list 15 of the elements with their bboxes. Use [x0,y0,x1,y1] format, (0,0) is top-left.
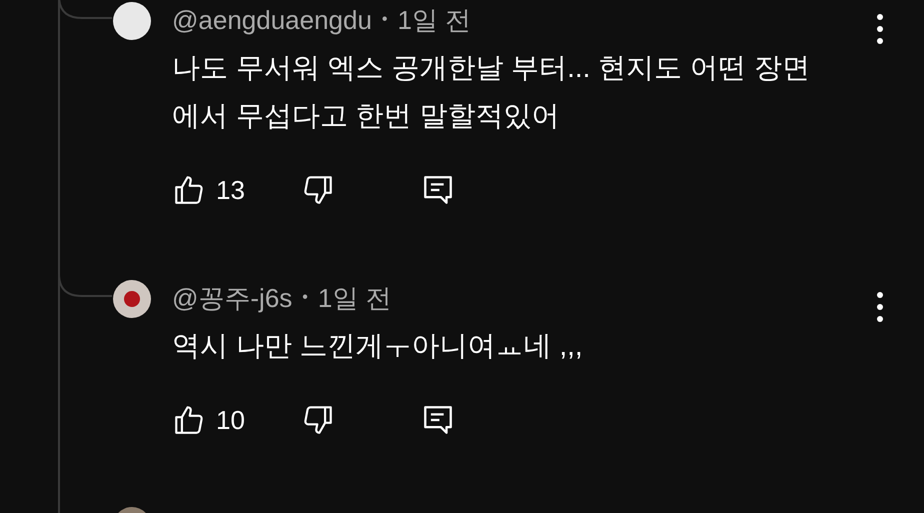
timestamp: 1일 전 [398,4,472,36]
separator: • [382,10,388,30]
like-button[interactable]: 10 [172,400,245,440]
separator: • [302,288,308,308]
username[interactable]: @aengduaengdu [172,0,372,40]
timestamp: 1일 전 [318,282,392,314]
avatar[interactable] [113,2,151,40]
thread-connector [58,238,114,300]
comment-text: 나도 무서워 엑스 공개한날 부터... 현지도 어떤 장면 에서 무섭다고 한번 말할적있어 [172,51,811,133]
more-options-icon[interactable] [876,14,884,44]
like-button[interactable]: 13 [172,170,245,210]
username[interactable]: @꽁주-j6s [172,278,292,318]
comment-text: 역시 나만 느낀게ㅜ아니여ㅛ네 ,,, [172,329,584,363]
more-options-icon[interactable] [876,292,884,322]
avatar[interactable] [113,280,151,318]
